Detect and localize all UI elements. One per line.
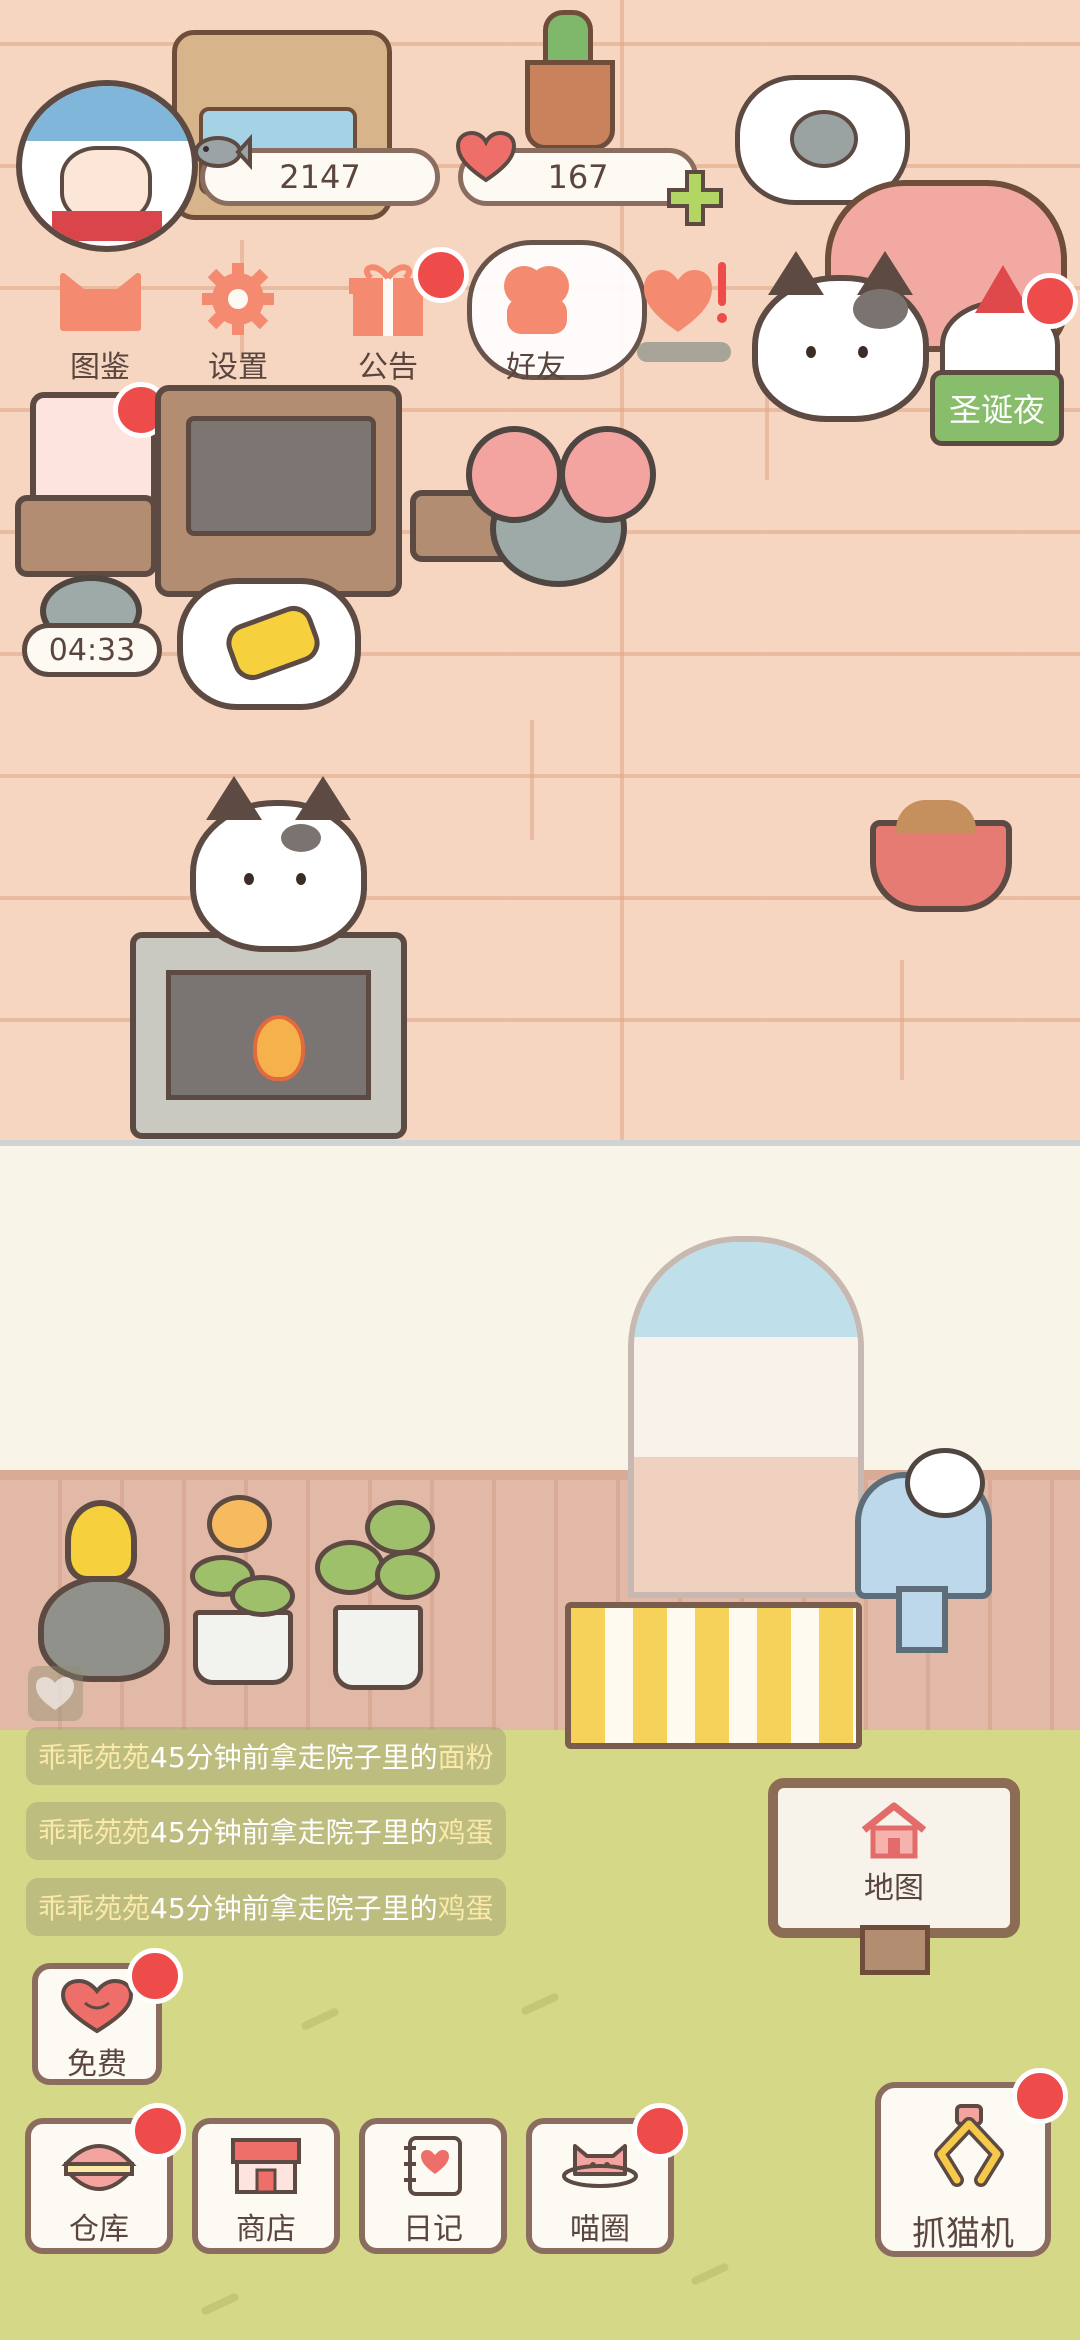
claw-machine-badge-dot [1012,2068,1068,2124]
arched-door[interactable] [628,1236,864,1598]
settings-button[interactable]: 设置 [178,258,298,386]
free-label: 免费 [67,2047,127,2082]
notice-label: 公告 [358,350,418,385]
green-leaves [190,1545,295,1617]
yellow-tulip [65,1500,137,1582]
notice-badge-dot [413,247,469,303]
diary-icon [404,2136,462,2196]
warehouse-label: 仓库 [69,2212,129,2247]
diary-button[interactable]: 日记 [359,2118,507,2254]
fish-count: 2147 [279,158,361,196]
friends-icon [503,266,569,334]
heart-icon [60,1978,134,2034]
map-button[interactable]: 地图 [768,1778,1020,1938]
heart-exclaim-icon [643,262,727,332]
kitchen-counter[interactable] [155,385,402,597]
outdoor-wall [0,1140,1080,1476]
cat-circle-badge-dot [632,2103,688,2159]
free-badge-dot [127,1948,183,2004]
shop-label: 商店 [236,2212,296,2247]
striped-doormat [565,1602,862,1749]
white-bird[interactable] [905,1448,985,1518]
claw-machine-label: 抓猫机 [912,2214,1014,2254]
wooden-stool [15,495,157,577]
likes-progress-bar [637,342,731,362]
map-label: 地图 [864,1871,924,1906]
floor-plank-line [900,960,904,1080]
heart-outline-icon [36,1677,74,1710]
chat-toggle-button[interactable] [28,1666,83,1721]
event-badge-dot [1022,273,1078,329]
friends-button[interactable]: 好友 [476,258,596,386]
monstera-pot [333,1605,423,1690]
planet-cat-icon [562,2144,638,2188]
sign-post [860,1925,930,1975]
catalog-label: 图鉴 [70,350,130,385]
brush-request-bubble[interactable] [177,578,361,710]
shop-icon [231,2138,301,2194]
bowl-icon [61,2144,137,2191]
calico-cat[interactable] [752,251,929,422]
activity-feed-item: 乖乖苑苑 45分钟前拿走院子里的 鸡蛋 [26,1802,506,1860]
countdown-timer: 04:33 [22,623,162,677]
player-avatar[interactable] [16,80,198,252]
christmas-event-label: 圣诞夜 [948,391,1045,429]
heart-icon [455,130,517,183]
likes-button[interactable] [625,258,745,362]
friends-label: 好友 [506,350,566,385]
cactus-pot [525,60,615,150]
diary-label: 日记 [403,2212,463,2247]
cat-food-bowl[interactable] [870,800,1012,912]
catalog-button[interactable]: 图鉴 [40,258,160,386]
warehouse-badge-dot [130,2103,186,2159]
cat-circle-label: 喵圈 [570,2212,630,2247]
cat-face-icon [59,273,141,331]
grumpy-mouse[interactable] [466,426,656,587]
activity-feed-item: 乖乖苑苑 45分钟前拿走院子里的 面粉 [26,1727,506,1785]
christmas-event-button[interactable]: 圣诞夜 [930,370,1064,446]
house-icon [861,1802,927,1859]
fireplace[interactable] [130,932,407,1139]
fish-icon [194,133,252,171]
shop-button[interactable]: 商店 [192,2118,340,2254]
floor-plank-line [530,720,534,840]
heart-count: 167 [547,158,609,196]
white-cat[interactable] [190,776,367,952]
settings-label: 设置 [208,350,268,385]
add-hearts-plus-icon[interactable] [665,168,725,228]
activity-feed-item: 乖乖苑苑 45分钟前拿走院子里的 鸡蛋 [26,1878,506,1936]
claw-icon [934,2104,1004,2187]
timer-value: 04:33 [48,632,136,668]
flower-pot [193,1610,293,1685]
monstera-leaves [315,1490,440,1605]
gear-icon [201,263,274,335]
